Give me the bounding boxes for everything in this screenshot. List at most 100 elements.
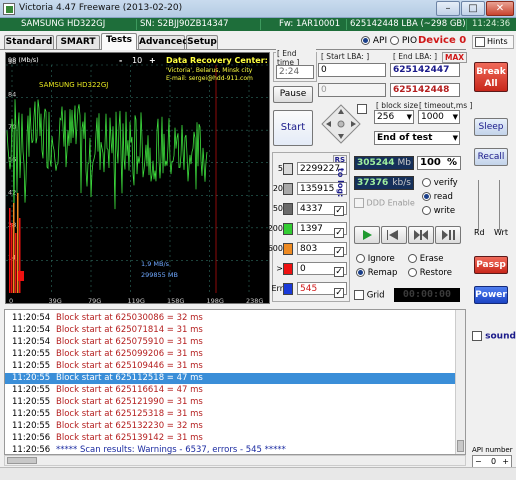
read-radio[interactable] — [422, 192, 431, 201]
sound-checkbox[interactable] — [472, 331, 482, 341]
log-scrollbar[interactable] — [455, 310, 465, 454]
timeout-select[interactable]: 1000 ▼ — [418, 110, 460, 124]
zoom-minus: - — [119, 56, 122, 65]
log-checkbox-err[interactable] — [334, 288, 344, 298]
ddd-enable-checkbox[interactable] — [354, 198, 364, 208]
log-time: 11:20:55 — [12, 361, 51, 371]
restore-option[interactable]: Restore — [408, 268, 452, 278]
seek-dpad[interactable] — [320, 103, 362, 145]
remap-radio[interactable] — [356, 268, 365, 277]
log-row[interactable]: 11:20:55 Block start at 625109446 = 31 ms — [5, 361, 457, 372]
increment-icon[interactable]: + — [502, 457, 509, 466]
play-backward-button[interactable] — [381, 226, 407, 244]
log-checkbox-200[interactable] — [334, 228, 344, 238]
tab-setup[interactable]: Setup — [186, 35, 218, 49]
stats-color-swatch — [283, 263, 293, 275]
sleep-button[interactable]: Sleep — [474, 118, 508, 136]
zoom-plus: + — [149, 56, 156, 65]
drive-serial: SN: S2BJJ90ZB14347 — [136, 19, 260, 30]
api-mode-option[interactable]: API — [361, 36, 387, 46]
tab-advanced[interactable]: Advanced — [138, 35, 189, 49]
scrollbar-thumb[interactable] — [457, 440, 464, 452]
erase-radio[interactable] — [408, 254, 417, 263]
tab-standard[interactable]: Standard — [4, 35, 54, 49]
rd-label: Rd — [474, 228, 485, 237]
log-row[interactable]: 11:20:55 Block start at 625116614 = 47 ms — [5, 385, 457, 396]
drive-model: SAMSUNG HD322GJ — [21, 19, 106, 29]
remap-option[interactable]: Remap — [356, 268, 397, 278]
speed-series-line — [6, 99, 208, 216]
tab-tests[interactable]: Tests — [101, 33, 137, 50]
hints-checkbox[interactable] — [475, 36, 485, 47]
log-checkbox-600[interactable] — [334, 247, 344, 257]
horizontal-scrollbar-thumb[interactable] — [7, 457, 37, 464]
pio-radio[interactable] — [390, 36, 399, 45]
write-radio[interactable] — [422, 206, 431, 215]
play-forward-button[interactable] — [354, 226, 380, 244]
tab-smart[interactable]: SMART — [56, 35, 100, 49]
log-row[interactable]: 11:20:54 Block start at 625075910 = 31 ms — [5, 337, 457, 348]
end-time-group: [ End time ] 2:24 — [273, 49, 317, 82]
decrement-icon[interactable]: − — [475, 457, 482, 466]
log-row[interactable]: 11:20:55 Block start at 625121990 = 31 ms — [5, 397, 457, 408]
log-checkbox-50[interactable] — [334, 206, 344, 216]
pause-button[interactable]: Pause — [273, 86, 313, 103]
verify-radio[interactable] — [422, 178, 431, 187]
start-lba-field[interactable]: 0 — [318, 63, 386, 77]
erase-option[interactable]: Erase — [408, 254, 443, 264]
log-checkbox-over[interactable] — [334, 267, 344, 277]
start-button[interactable]: Start — [273, 110, 313, 146]
grid-option[interactable]: Grid — [354, 290, 385, 301]
log-row[interactable]: 11:20:55 Block start at 625099206 = 31 ms — [5, 349, 457, 360]
log-row[interactable]: 11:20:55 Block start at 625112518 = 47 ms — [5, 373, 457, 384]
log-row[interactable]: 11:20:54 Block start at 625030086 = 32 ms — [5, 313, 457, 324]
read-option[interactable]: read — [422, 192, 462, 206]
log-row[interactable]: 11:20:56 Block start at 625139142 = 31 ms — [5, 433, 457, 444]
dpad-checkbox[interactable] — [357, 104, 367, 114]
close-button[interactable]: ✕ — [486, 1, 514, 16]
log-row[interactable]: 11:20:55 Block start at 625125318 = 31 ms — [5, 409, 457, 420]
log-horizontal-scrollbar[interactable] — [4, 455, 466, 466]
max-button[interactable]: MAX — [442, 52, 468, 63]
verify-option[interactable]: verify — [422, 178, 462, 192]
ddd-enable-option[interactable]: DDD Enable — [354, 198, 415, 208]
minimize-button[interactable]: – — [436, 1, 460, 16]
grid-checkbox[interactable] — [354, 290, 364, 300]
recall-button[interactable]: Recall — [474, 148, 508, 166]
stats-color-swatch — [283, 283, 293, 295]
block-size-value: 256 — [377, 112, 395, 122]
api-radio[interactable] — [361, 36, 370, 45]
maximize-button[interactable]: □ — [461, 1, 485, 16]
hints-option[interactable]: Hints — [472, 35, 514, 49]
log-message: Block start at 625132230 = 32 ms — [56, 421, 203, 431]
skip-end-button[interactable] — [435, 226, 461, 244]
power-button[interactable]: Power — [474, 286, 508, 304]
log-time: 11:20:55 — [12, 397, 51, 407]
write-option[interactable]: write — [422, 206, 462, 220]
stats-color-swatch — [283, 183, 293, 195]
ignore-option[interactable]: Ignore — [356, 254, 395, 264]
skip-forward-button[interactable] — [408, 226, 434, 244]
log-time: 11:20:54 — [12, 313, 51, 323]
break-all-button[interactable]: Break All — [474, 62, 508, 92]
event-log[interactable]: 11:20:54 Block start at 625030086 = 32 ms… — [4, 309, 466, 455]
stats-color-swatch — [283, 163, 293, 175]
end-time-field[interactable]: 2:24 — [276, 65, 314, 79]
stats-threshold-label: Err — [271, 284, 284, 293]
mb-value: 305244 — [357, 158, 395, 168]
log-row[interactable]: 11:20:55 Block start at 625132230 = 32 ms — [5, 421, 457, 432]
pio-mode-option[interactable]: PIO — [390, 36, 417, 46]
log-row[interactable]: 11:20:54 Block start at 625071814 = 31 ms — [5, 325, 457, 336]
log-message: Block start at 625121990 = 31 ms — [56, 397, 203, 407]
log-row[interactable]: 11:20:56 ***** Scan results: Warnings - 6… — [5, 445, 457, 454]
ignore-radio[interactable] — [356, 254, 365, 263]
sound-option[interactable]: sound — [472, 331, 516, 342]
restore-radio[interactable] — [408, 268, 417, 277]
end-action-select[interactable]: End of test ▼ — [374, 131, 460, 145]
percent-readout: 100 % — [417, 156, 461, 170]
block-size-select[interactable]: 256 ▼ — [374, 110, 414, 124]
end-lba-field[interactable]: 625142447 — [390, 63, 460, 77]
end-lba-label: [ End LBA: ] — [392, 52, 439, 61]
window-title: Victoria 4.47 Freeware (2013-02-20) — [19, 3, 183, 13]
passp-button[interactable]: Passp — [474, 256, 508, 274]
